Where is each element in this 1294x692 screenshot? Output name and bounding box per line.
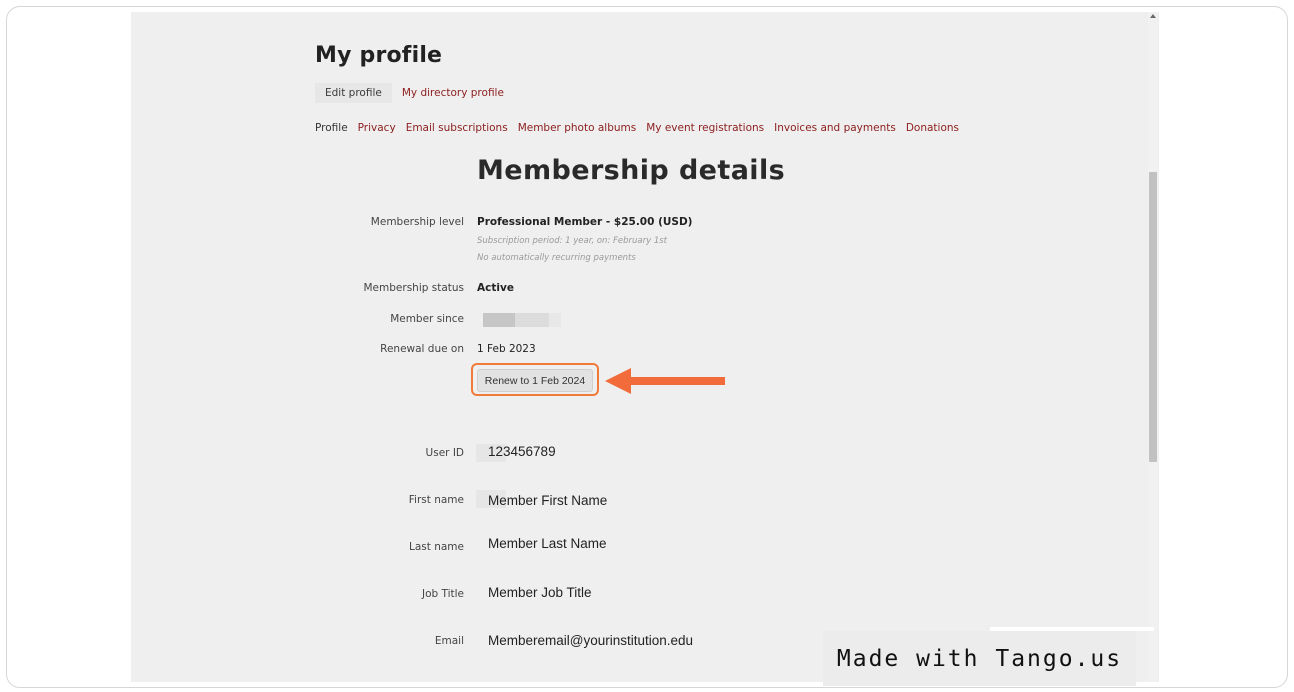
renew-button[interactable]: Renew to 1 Feb 2024 (477, 369, 593, 392)
tab-edit-profile[interactable]: Edit profile (315, 83, 392, 103)
renewal-due-value: 1 Feb 2023 (477, 343, 536, 355)
first-name-value: Member First Name (488, 493, 608, 508)
recurring-payments-note: No automatically recurring payments (477, 253, 636, 263)
last-name-label: Last name (409, 541, 464, 553)
redacted-date-part (515, 313, 549, 327)
membership-level-value: Professional Member - $25.00 (USD) (477, 216, 693, 228)
scroll-up-arrow-icon[interactable] (1150, 14, 1156, 18)
subnav-invoices-and-payments[interactable]: Invoices and payments (774, 122, 896, 134)
last-name-value: Member Last Name (488, 536, 607, 551)
profile-tabs: Edit profile My directory profile (315, 83, 514, 103)
subscription-period-note: Subscription period: 1 year, on: Februar… (477, 236, 668, 246)
browser-viewport: My profile Edit profile My directory pro… (131, 12, 1159, 682)
subnav-email-subscriptions[interactable]: Email subscriptions (406, 122, 508, 134)
renewal-due-label: Renewal due on (380, 343, 464, 355)
tango-watermark: Made with Tango.us (823, 631, 1136, 686)
user-id-value: 123456789 (488, 444, 556, 459)
first-name-label: First name (408, 494, 464, 506)
tab-my-directory-profile[interactable]: My directory profile (392, 83, 514, 103)
email-value: Memberemail@yourinstitution.edu (488, 633, 694, 648)
subnav-profile[interactable]: Profile (315, 122, 348, 134)
redacted-date-part (549, 313, 561, 327)
email-label: Email (434, 635, 464, 647)
job-title-label: Job Title (421, 588, 464, 600)
subnav-member-photo-albums[interactable]: Member photo albums (518, 122, 637, 134)
job-title-value: Member Job Title (488, 585, 592, 600)
subnav-privacy[interactable]: Privacy (358, 122, 396, 134)
member-since-label: Member since (390, 313, 464, 325)
arrow-shape (605, 368, 725, 394)
scrollbar-thumb[interactable] (1149, 172, 1157, 462)
subnav-my-event-registrations[interactable]: My event registrations (646, 122, 764, 134)
membership-details-title: Membership details (477, 155, 786, 186)
user-id-label: User ID (425, 447, 464, 459)
membership-status-label: Membership status (363, 282, 465, 294)
membership-level-label: Membership level (370, 216, 464, 228)
pointer-arrow-icon (605, 368, 725, 394)
profile-subnav: Profile Privacy Email subscriptions Memb… (315, 122, 959, 134)
subnav-donations[interactable]: Donations (906, 122, 959, 134)
redacted-date (483, 313, 515, 327)
page-title: My profile (315, 43, 443, 68)
membership-status-value: Active (477, 282, 514, 294)
